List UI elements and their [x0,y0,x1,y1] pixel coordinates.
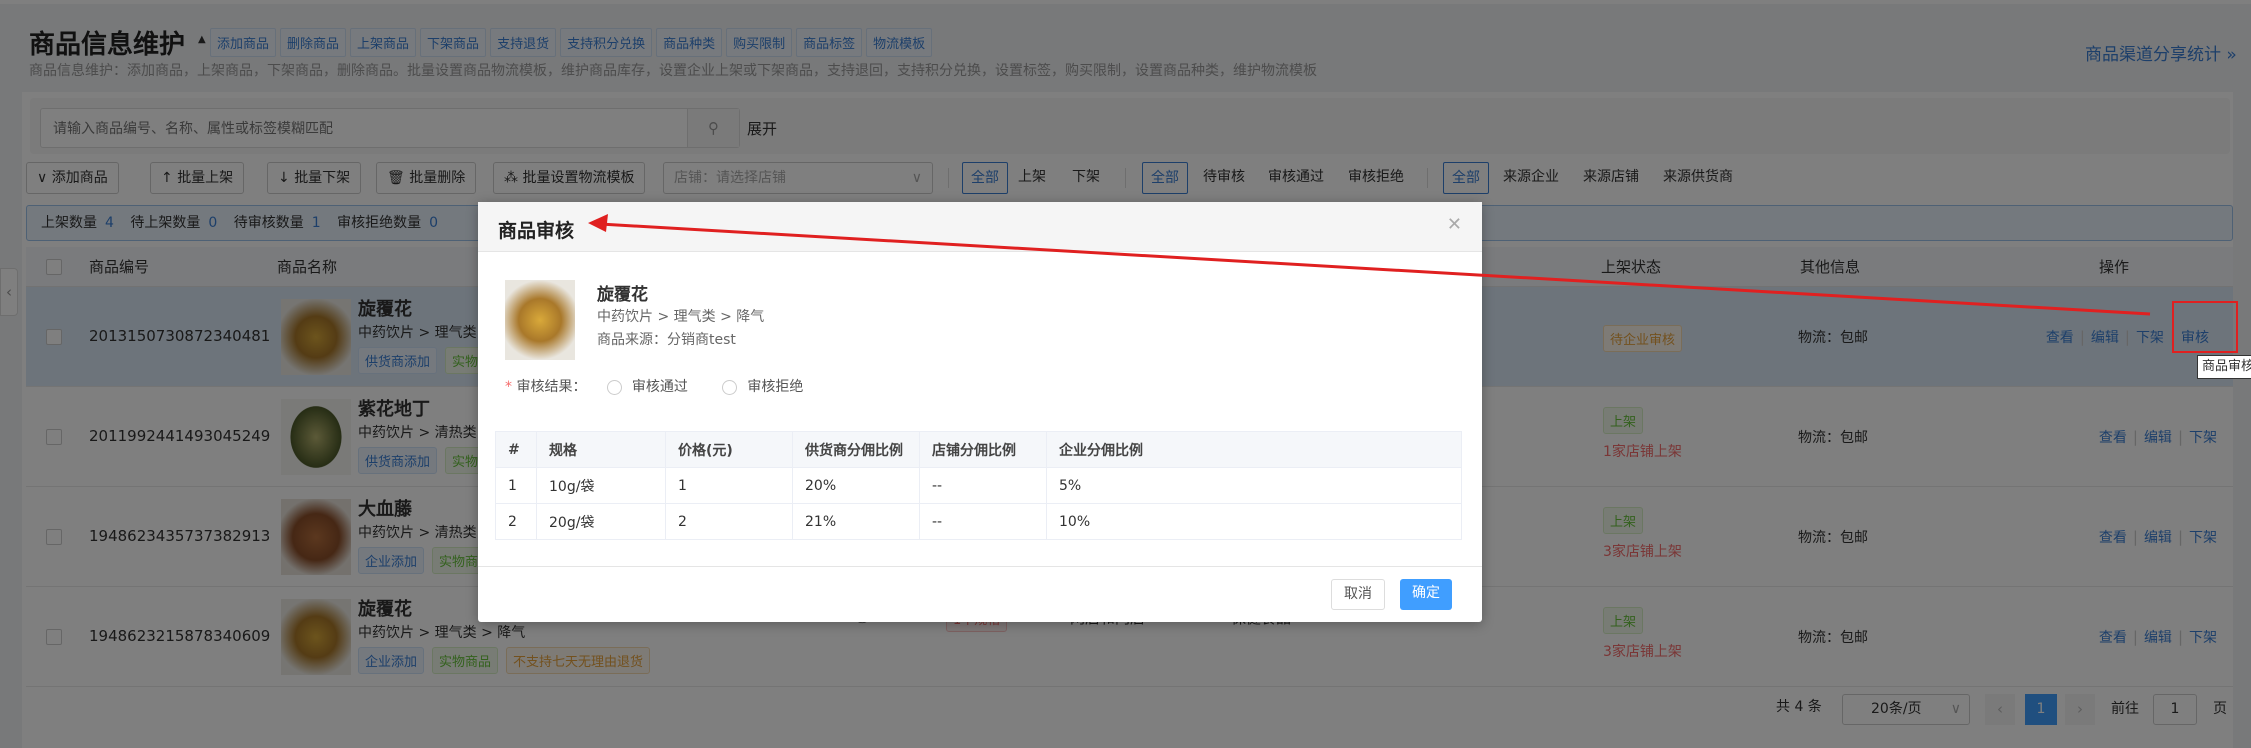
arrow-line [599,222,2151,316]
highlight-box [2172,301,2238,353]
arrow-head [588,214,608,232]
tooltip: 商品审核 [2197,355,2251,379]
annotation-arrow [588,214,2238,353]
